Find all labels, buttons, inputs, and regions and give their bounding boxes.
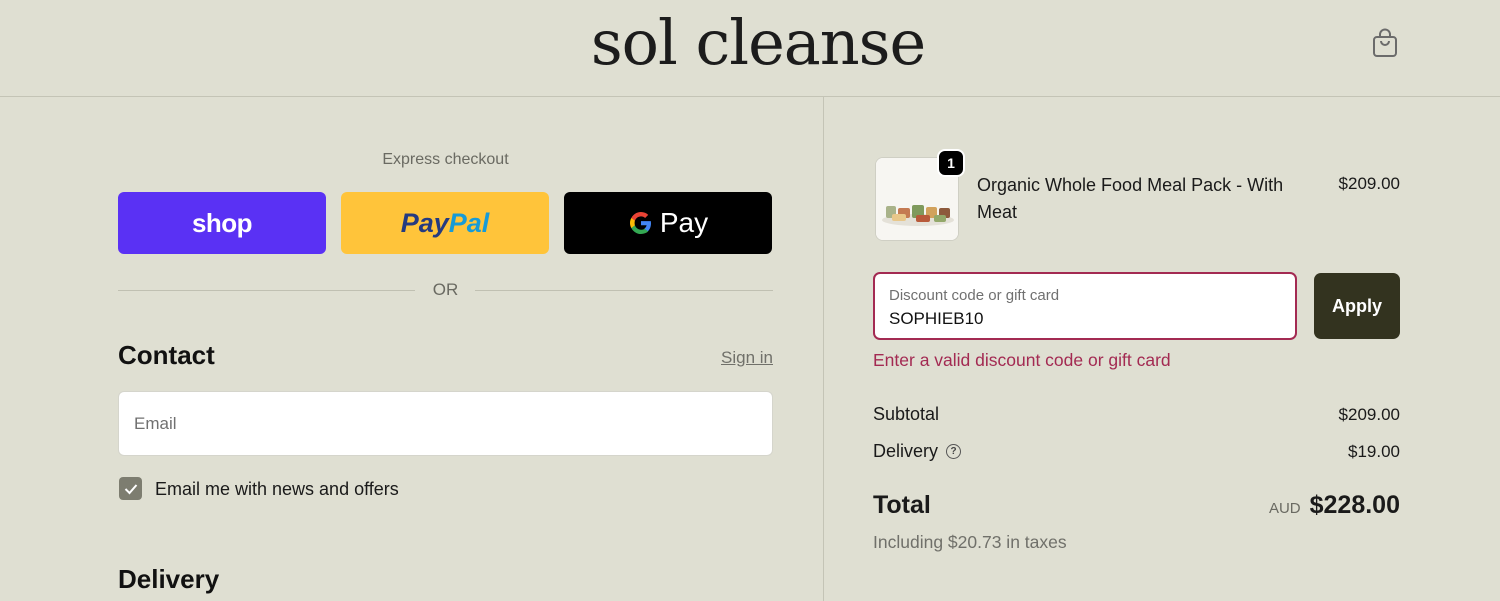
google-pay-button[interactable]: Pay — [564, 192, 772, 254]
news-checkbox-label[interactable]: Email me with news and offers — [155, 479, 399, 500]
paypal-logo: PayPal — [400, 207, 490, 238]
total-value-group: AUD $228.00 — [1200, 491, 1400, 520]
delivery-heading: Delivery — [118, 564, 220, 594]
subtotal-value: $209.00 — [1338, 405, 1400, 424]
product-price: $209.00 — [1338, 174, 1400, 193]
shop-pay-label: shop — [191, 207, 253, 238]
apply-button[interactable]: Apply — [1314, 273, 1400, 339]
discount-field-label: Discount code or gift card — [889, 287, 1060, 304]
column-divider — [823, 97, 824, 601]
discount-field-value[interactable]: SOPHIEB10 — [889, 309, 984, 329]
delivery-value: $19.00 — [1348, 442, 1400, 461]
checkmark-icon — [124, 483, 137, 494]
question-mark-icon[interactable]: ? — [946, 444, 962, 459]
quantity-badge: 1 — [937, 149, 965, 177]
discount-code-field[interactable]: Discount code or gift card SOPHIEB10 — [873, 272, 1297, 340]
tax-note: Including $20.73 in taxes — [873, 532, 1067, 552]
contact-heading: Contact — [118, 340, 215, 370]
store-logo[interactable]: sol cleanse — [0, 6, 1500, 79]
or-divider: OR — [118, 280, 773, 302]
product-name: Organic Whole Food Meal Pack - With Meat — [977, 175, 1284, 222]
header: sol cleanse — [0, 0, 1500, 97]
delivery-label: Delivery ? — [873, 441, 962, 462]
discount-error-message: Enter a valid discount code or gift card — [873, 350, 1171, 370]
shop-pay-button[interactable]: shop — [118, 192, 326, 254]
currency-code: AUD — [1268, 500, 1301, 517]
or-line-right — [475, 290, 773, 291]
total-label: Total — [873, 491, 931, 519]
sign-in-link[interactable]: Sign in — [700, 348, 773, 368]
news-checkbox[interactable] — [119, 477, 142, 500]
total-amount: $228.00 — [1309, 491, 1400, 519]
express-checkout-label: Express checkout — [382, 151, 509, 168]
paypal-button[interactable]: PayPal — [341, 192, 549, 254]
google-pay-logo: Pay — [628, 207, 708, 239]
shopping-bag-icon[interactable] — [1372, 28, 1398, 58]
google-g-icon — [629, 212, 651, 234]
email-field[interactable] — [118, 391, 773, 456]
subtotal-label: Subtotal — [873, 404, 940, 424]
